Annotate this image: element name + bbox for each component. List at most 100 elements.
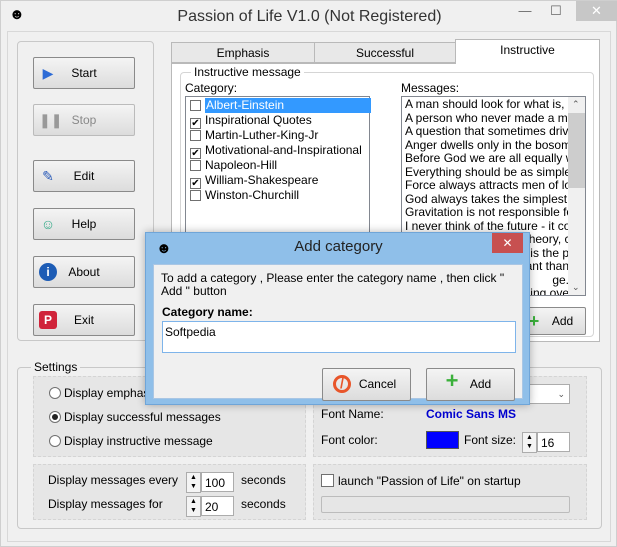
category-item-label: Inspirational Quotes (205, 113, 312, 127)
category-name-input[interactable]: Softpedia (162, 321, 516, 353)
settings-group-label: Settings (31, 360, 81, 374)
messages-scrollbar[interactable]: ⌃ ⌄ (568, 97, 585, 295)
category-name-label: Category name: (162, 305, 253, 319)
help-icon: ☺ (40, 216, 56, 232)
radio-successful[interactable]: Display successful messages (49, 410, 221, 424)
message-line: A question that sometimes drives m (405, 125, 569, 138)
radio-instructive[interactable]: Display instructive message (49, 434, 213, 448)
category-item-label: Martin-Luther-King-Jr (205, 128, 319, 142)
font-size-spinner[interactable]: ▲ ▼ (522, 432, 537, 453)
font-size-label: Font size: (464, 433, 517, 447)
radio-emphasis[interactable]: Display emphasis (49, 386, 158, 400)
tab-successful[interactable]: Successful (314, 42, 456, 63)
scroll-down-icon[interactable]: ⌄ (572, 282, 580, 293)
edit-label: Edit (73, 169, 95, 183)
message-line: A man should look for what is, and (405, 98, 569, 111)
messages-label: Messages: (401, 81, 460, 95)
category-label: Category: (185, 81, 238, 95)
exit-icon: P (39, 311, 57, 329)
category-item-label: Albert-Einstein (205, 98, 371, 113)
chevron-down-icon: ⌄ (557, 389, 565, 399)
radio-label: Display emphasis (64, 386, 159, 400)
stop-label: Stop (71, 113, 97, 127)
every-unit: seconds (241, 473, 286, 487)
dialog-add-button[interactable]: + Add (426, 368, 515, 401)
every-spinner[interactable]: ▲ ▼ (186, 472, 201, 493)
tab-emphasis[interactable]: Emphasis (171, 42, 315, 63)
message-line: I never think of the future - it come (405, 219, 569, 233)
info-icon: i (39, 263, 57, 281)
play-icon: ▶ (42, 65, 54, 81)
scrollbar-thumb[interactable] (568, 113, 585, 188)
scroll-up-icon[interactable]: ⌃ (572, 99, 580, 110)
category-item[interactable]: ✔ William-Shakespeare (187, 173, 368, 189)
for-spinner[interactable]: ▲ ▼ (186, 496, 201, 517)
for-unit: seconds (241, 497, 286, 511)
message-line: Everything should be as simple as (405, 165, 569, 179)
checkbox-box[interactable] (190, 130, 201, 141)
category-item[interactable]: Albert-Einstein (187, 98, 371, 113)
font-name-value: Comic Sans MS (426, 407, 517, 421)
radio-label: Display instructive message (64, 434, 213, 448)
about-button[interactable]: i About (33, 256, 135, 288)
dialog-instructions: To add a category , Please enter the cat… (161, 271, 505, 298)
radio-label: Display successful messages (64, 410, 221, 424)
start-label: Start (71, 66, 97, 80)
checkbox-box[interactable] (190, 190, 201, 201)
stop-button[interactable]: ❚❚ Stop (33, 104, 135, 136)
startup-checkbox[interactable]: launch "Passion of Life" on startup (321, 474, 521, 488)
exit-label: Exit (73, 313, 94, 327)
close-button[interactable]: ✕ (576, 1, 617, 21)
edit-icon: ✎ (42, 168, 54, 184)
category-item-label: Napoleon-Hill (205, 158, 278, 172)
add-message-label: Add (551, 314, 574, 328)
message-line: Gravitation is not responsible for pe (405, 206, 569, 219)
cancel-icon: / (333, 375, 351, 393)
dialog-cancel-button[interactable]: / Cancel (322, 368, 411, 401)
category-item-label: Winston-Churchill (205, 188, 300, 202)
dialog-close-button[interactable]: ✕ (492, 233, 523, 253)
exit-button[interactable]: P Exit (33, 304, 135, 336)
font-color-label: Font color: (321, 433, 378, 447)
help-button[interactable]: ☺ Help (33, 208, 135, 240)
category-item-label: William-Shakespeare (205, 173, 319, 187)
for-input[interactable]: 20 (201, 496, 234, 516)
start-button[interactable]: ▶ Start (33, 57, 135, 89)
add-category-dialog: ☻ Add category ✕ To add a category , Ple… (145, 232, 530, 405)
cancel-label: Cancel (358, 377, 397, 391)
for-label: Display messages for (48, 497, 163, 511)
tab-instructive[interactable]: Instructive (455, 39, 600, 64)
dialog-title: Add category (294, 238, 383, 255)
font-size-input[interactable]: 16 (537, 432, 570, 452)
message-line: Before God we are all equally wise (405, 152, 569, 165)
checkbox-box[interactable] (190, 100, 201, 111)
radio-circle[interactable] (49, 387, 61, 399)
category-item[interactable]: Napoleon-Hill (187, 158, 368, 173)
category-item[interactable]: Martin-Luther-King-Jr (187, 128, 368, 143)
category-item-label: Motivational-and-Inspirational (205, 143, 362, 157)
every-input[interactable]: 100 (201, 472, 234, 492)
font-color-swatch[interactable] (426, 431, 459, 449)
help-label: Help (71, 217, 97, 231)
startup-label: launch "Passion of Life" on startup (338, 474, 521, 488)
font-name-label: Font Name: (321, 407, 384, 421)
instructive-group-label: Instructive message (191, 65, 304, 79)
message-line: God always takes the simplest way (405, 192, 569, 206)
category-item[interactable]: Winston-Churchill (187, 188, 368, 203)
checkbox-box[interactable] (190, 160, 201, 171)
about-label: About (68, 265, 100, 279)
message-line: Force always attracts men of low m (405, 179, 569, 192)
radio-circle[interactable] (49, 435, 61, 447)
edit-button[interactable]: ✎ Edit (33, 160, 135, 192)
checkbox-box[interactable] (321, 474, 334, 487)
minimize-button[interactable]: — (510, 1, 540, 21)
category-item[interactable]: ✔ Inspirational Quotes (187, 113, 368, 129)
every-label: Display messages every (48, 473, 179, 487)
message-line: Anger dwells only in the bosom of f (405, 138, 569, 152)
maximize-button[interactable]: ☐ (541, 1, 571, 21)
radio-circle[interactable] (49, 411, 61, 423)
category-item[interactable]: ✔ Motivational-and-Inspirational (187, 143, 368, 159)
dialog-body: To add a category , Please enter the cat… (153, 264, 523, 401)
message-line: A person who never made a mistal (405, 111, 569, 125)
add-label: Add (469, 377, 492, 391)
